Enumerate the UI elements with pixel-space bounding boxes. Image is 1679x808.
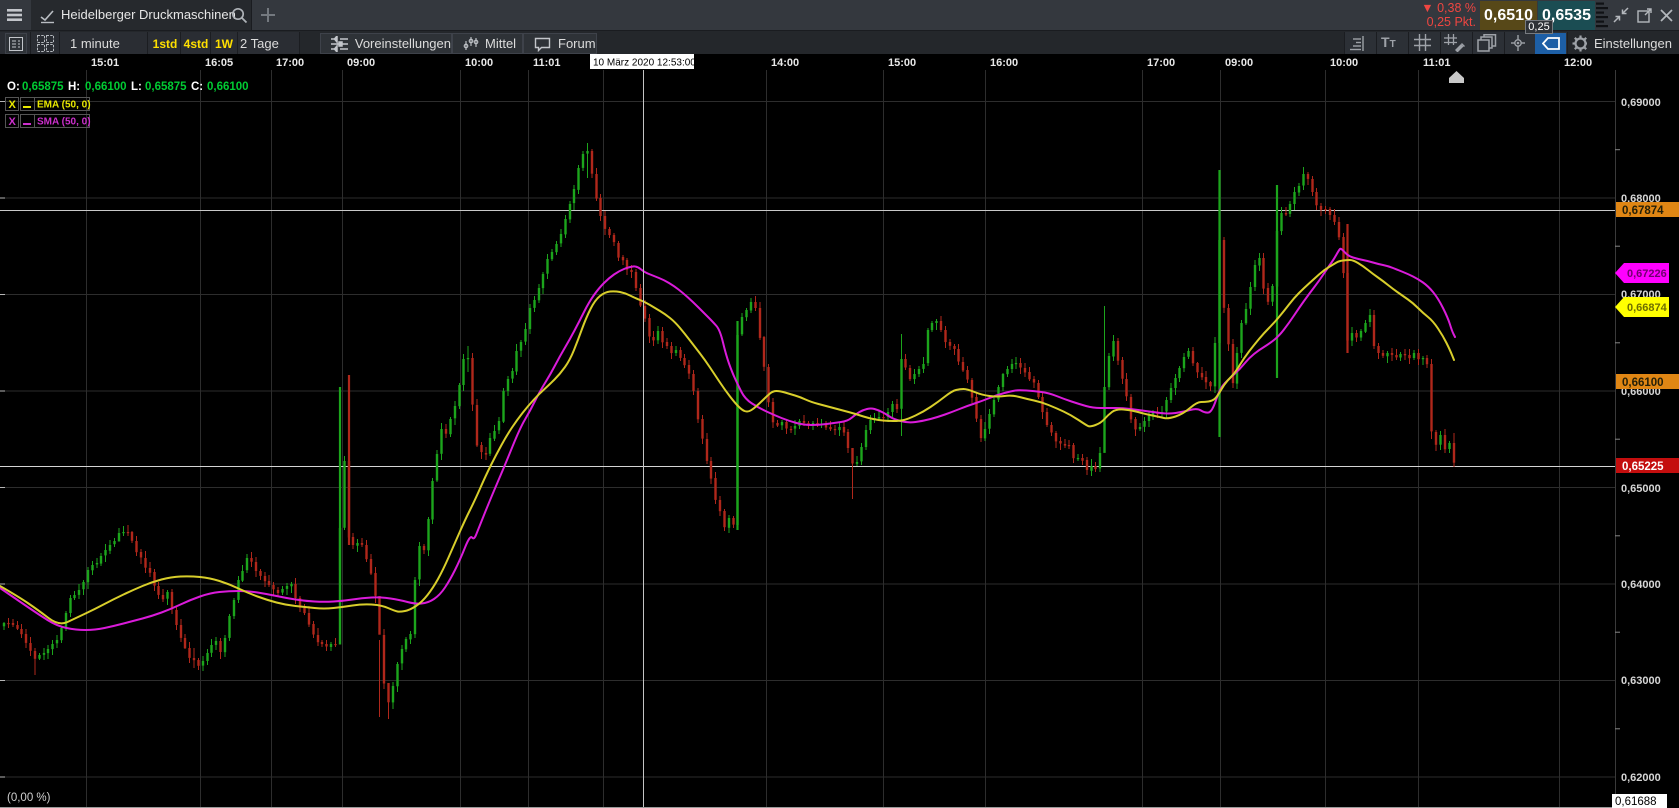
svg-text:10:00: 10:00: [1330, 57, 1358, 69]
svg-text:0,66874: 0,66874: [1627, 302, 1668, 314]
svg-text:0,62000: 0,62000: [1621, 772, 1661, 784]
svg-text:11:01: 11:01: [533, 57, 561, 69]
svg-text:11:01: 11:01: [1423, 57, 1451, 69]
svg-text:0,66100: 0,66100: [85, 81, 127, 93]
svg-text:C:: C:: [191, 81, 203, 93]
svg-text:X: X: [9, 99, 17, 111]
svg-text:L:: L:: [131, 81, 142, 93]
svg-text:14:00: 14:00: [771, 57, 799, 69]
svg-text:16:05: 16:05: [205, 57, 233, 69]
svg-text:SMA (50, 0): SMA (50, 0): [37, 117, 91, 128]
svg-text:0,61688: 0,61688: [1615, 796, 1657, 808]
svg-text:0,64000: 0,64000: [1621, 579, 1661, 591]
svg-text:0,65875: 0,65875: [22, 81, 64, 93]
svg-text:17:00: 17:00: [276, 57, 304, 69]
svg-text:09:00: 09:00: [1225, 57, 1253, 69]
svg-text:15:01: 15:01: [91, 57, 119, 69]
svg-text:12:00: 12:00: [1564, 57, 1592, 69]
svg-text:09:00: 09:00: [347, 57, 375, 69]
svg-text:O:: O:: [7, 81, 20, 93]
svg-text:0,65875: 0,65875: [145, 81, 187, 93]
svg-text:0,63000: 0,63000: [1621, 675, 1661, 687]
svg-text:17:00: 17:00: [1147, 57, 1175, 69]
svg-text:10:00: 10:00: [465, 57, 493, 69]
svg-text:(0,00 %): (0,00 %): [7, 792, 51, 804]
svg-text:0,65225: 0,65225: [1622, 461, 1664, 473]
svg-text:0,69000: 0,69000: [1621, 97, 1661, 109]
svg-text:EMA (50, 0): EMA (50, 0): [37, 100, 91, 111]
svg-text:16:00: 16:00: [990, 57, 1018, 69]
svg-text:X: X: [9, 116, 17, 128]
svg-text:0,67874: 0,67874: [1622, 205, 1664, 217]
svg-text:H:: H:: [68, 81, 80, 93]
svg-text:0,67226: 0,67226: [1627, 268, 1667, 280]
svg-text:10 März 2020 12:53:00: 10 März 2020 12:53:00: [593, 58, 696, 69]
svg-text:0,65000: 0,65000: [1621, 483, 1661, 495]
svg-text:0,66100: 0,66100: [1622, 377, 1664, 389]
svg-text:0,66100: 0,66100: [207, 81, 249, 93]
svg-text:15:00: 15:00: [888, 57, 916, 69]
